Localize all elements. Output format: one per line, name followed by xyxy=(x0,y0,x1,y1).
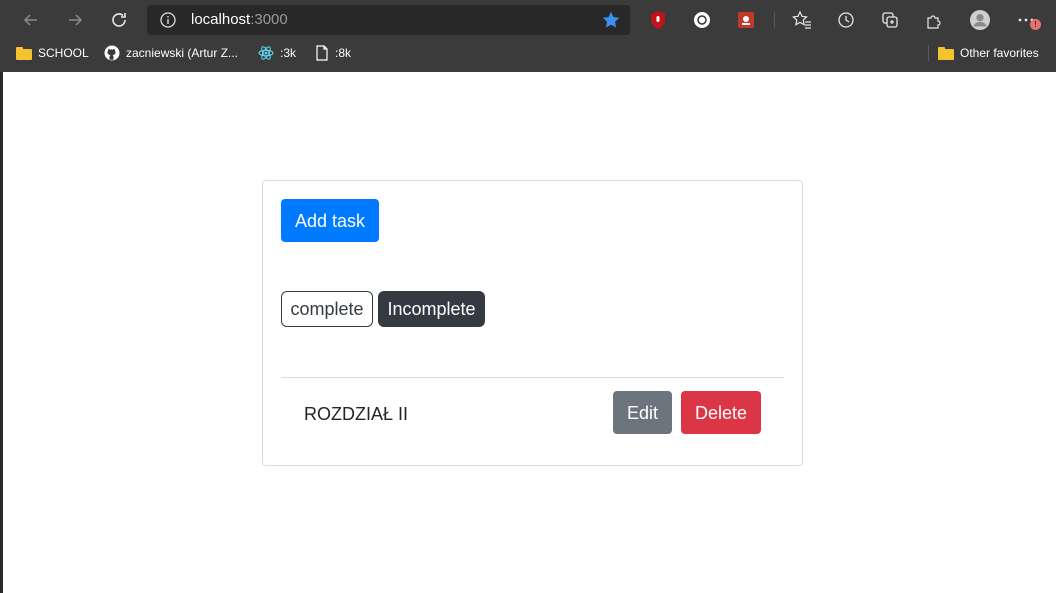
extension-circle-icon[interactable] xyxy=(692,10,712,30)
folder-icon xyxy=(16,46,32,60)
collections-icon xyxy=(882,12,898,28)
edit-task-button[interactable]: Edit xyxy=(613,391,672,434)
settings-menu-button[interactable]: ! xyxy=(1016,10,1041,30)
toolbar-separator xyxy=(774,12,775,28)
bookmark-school[interactable]: SCHOOL xyxy=(16,44,89,62)
bookmarks-bar: SCHOOL zacniewski (Artur Z... :3k :8k Ot… xyxy=(0,40,1056,66)
puzzle-icon xyxy=(927,15,941,29)
info-icon[interactable] xyxy=(159,11,177,29)
address-bar[interactable]: localhost:3000 xyxy=(147,5,630,35)
react-icon xyxy=(258,46,274,60)
extensions-button[interactable] xyxy=(924,10,944,30)
url-port: :3000 xyxy=(250,11,288,28)
collections-button[interactable] xyxy=(880,10,900,30)
add-task-button[interactable]: Add task xyxy=(281,199,379,242)
arrow-left-icon xyxy=(23,14,37,26)
history-icon xyxy=(838,12,854,28)
page-viewport: Add task complete Incomplete ROZDZIAŁ II… xyxy=(0,72,1056,593)
avatar-icon xyxy=(970,10,990,30)
other-favorites-label: Other favorites xyxy=(960,46,1039,60)
bookmarks-separator xyxy=(928,45,929,61)
favorites-button[interactable] xyxy=(792,10,812,30)
bookmark-label: :8k xyxy=(335,46,352,60)
bookmark-page[interactable]: :8k xyxy=(315,44,351,62)
favorite-star-icon[interactable] xyxy=(601,10,621,30)
history-button[interactable] xyxy=(836,10,856,30)
github-icon xyxy=(104,45,120,61)
extension-badge-icon[interactable] xyxy=(736,10,756,30)
filter-incomplete-button[interactable]: Incomplete xyxy=(378,291,485,327)
todo-card: Add task complete Incomplete ROZDZIAŁ II… xyxy=(262,180,803,466)
page-icon xyxy=(316,45,328,61)
bookmark-label: :3k xyxy=(280,46,297,60)
browser-toolbar: localhost:3000 ! xyxy=(0,0,1056,40)
task-title: ROZDZIAŁ II xyxy=(304,404,409,424)
favorites-icon xyxy=(792,10,811,29)
back-button[interactable] xyxy=(19,8,43,32)
arrow-right-icon xyxy=(69,14,83,26)
bookmark-react[interactable]: :3k xyxy=(258,44,296,62)
ublock-extension-icon[interactable] xyxy=(648,10,668,30)
bookmark-label: SCHOOL xyxy=(38,46,89,60)
address-url[interactable]: localhost:3000 xyxy=(191,11,288,29)
url-host: localhost xyxy=(191,11,251,28)
refresh-icon xyxy=(112,13,126,27)
bookmark-github[interactable]: zacniewski (Artur Z... xyxy=(104,44,238,62)
folder-icon xyxy=(938,46,954,60)
filter-complete-button[interactable]: complete xyxy=(281,291,373,327)
delete-task-button[interactable]: Delete xyxy=(681,391,761,434)
browser-chrome: localhost:3000 ! SCHOOL zacniewski (Artu… xyxy=(0,0,1056,72)
forward-button[interactable] xyxy=(63,8,87,32)
notification-badge: ! xyxy=(1030,19,1041,30)
profile-avatar[interactable] xyxy=(970,10,990,30)
other-favorites[interactable]: Other favorites xyxy=(938,44,1039,62)
bookmark-label: zacniewski (Artur Z... xyxy=(126,46,239,60)
list-divider xyxy=(281,377,784,378)
refresh-button[interactable] xyxy=(107,8,131,32)
